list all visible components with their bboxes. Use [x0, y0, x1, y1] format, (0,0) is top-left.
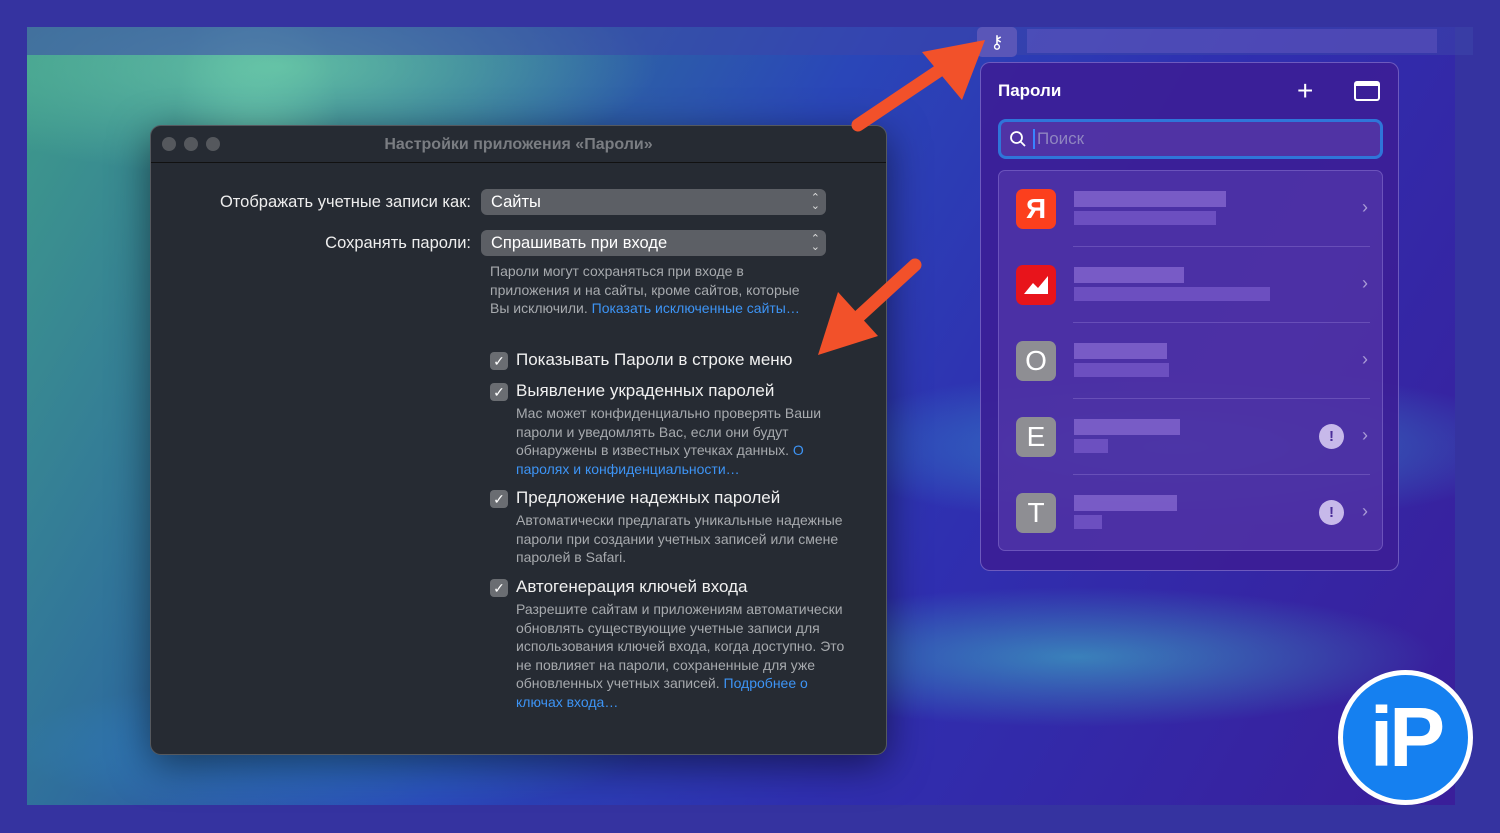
- logo-text: iP: [1369, 690, 1445, 784]
- arrow-to-checkbox: [818, 258, 922, 355]
- ip-logo: iP: [1338, 670, 1473, 805]
- annotation-arrows: [818, 40, 985, 355]
- arrow-to-menubar-icon: [851, 40, 985, 132]
